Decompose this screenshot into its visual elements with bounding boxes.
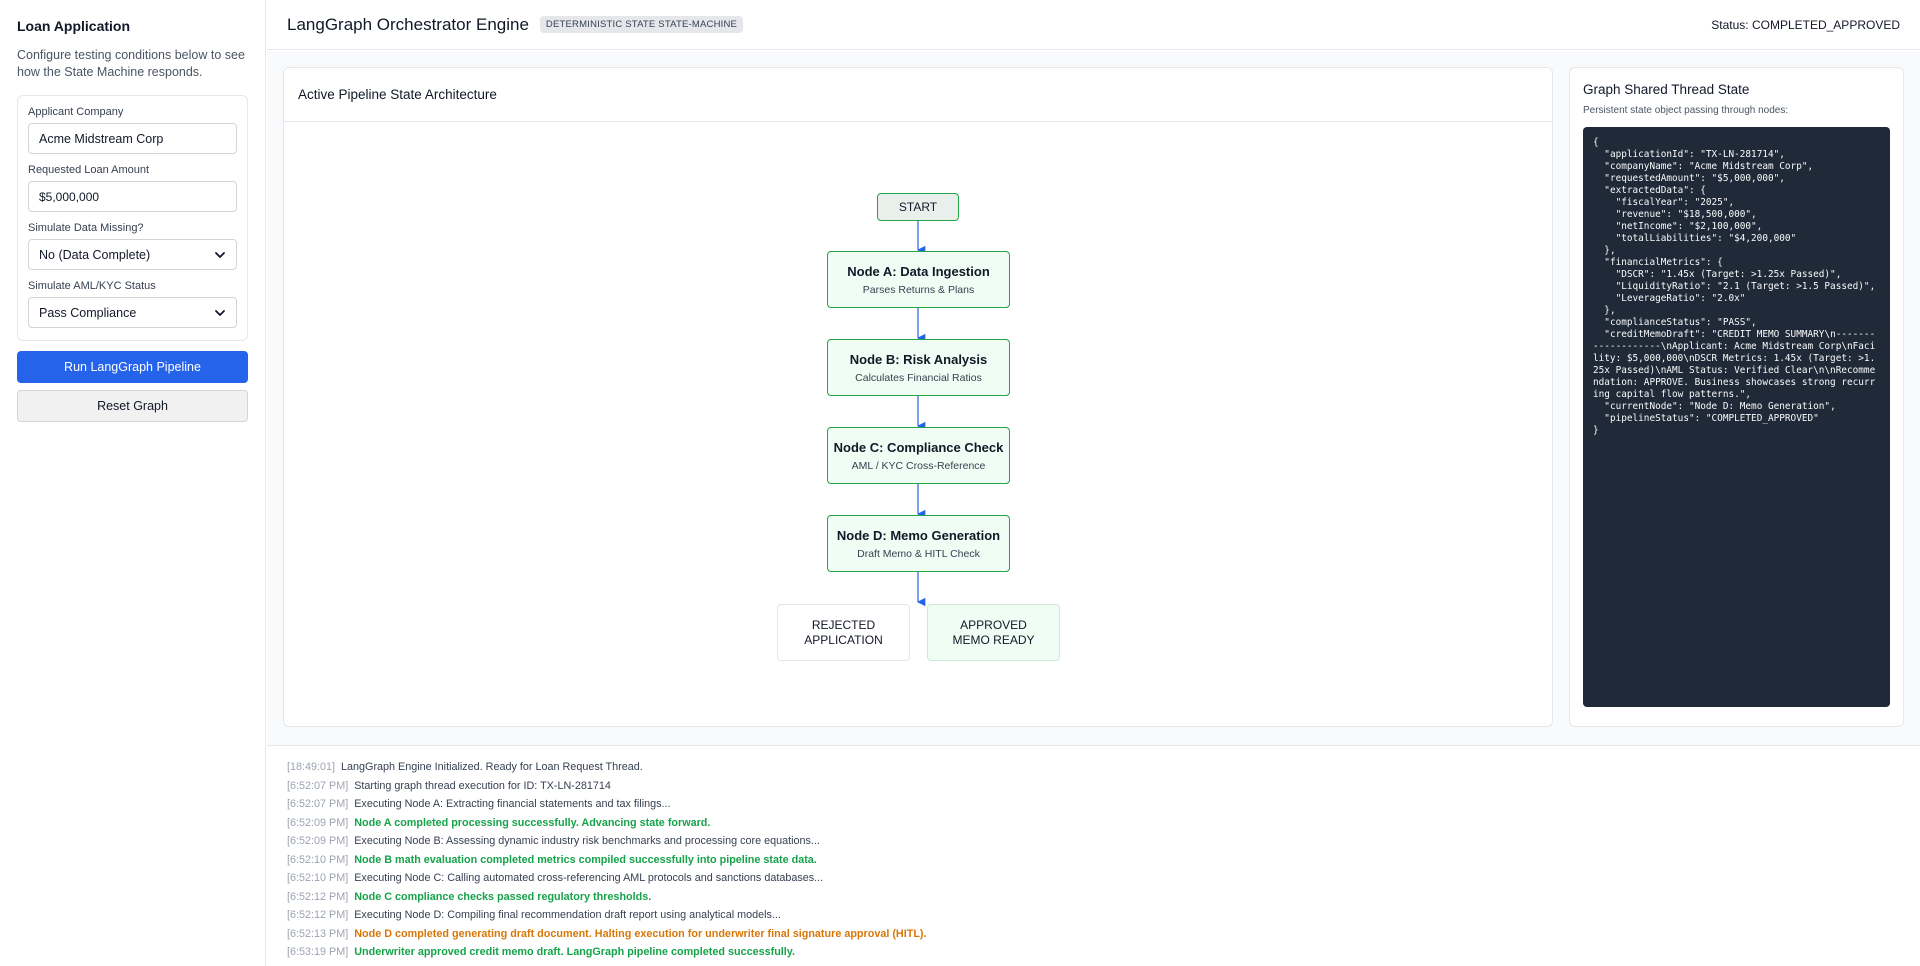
missing-data-value: No (Data Complete)	[39, 247, 151, 262]
log-message: Node D completed generating draft docume…	[354, 927, 927, 940]
log-message: Node C compliance checks passed regulato…	[354, 890, 652, 903]
approved-node: APPROVED MEMO READY	[927, 604, 1060, 661]
loan-form: Applicant Company Acme Midstream Corp Re…	[17, 95, 248, 341]
log-timestamp: [6:52:07 PM]	[287, 798, 349, 810]
chevron-down-icon	[215, 309, 225, 316]
node-a-subtitle: Parses Returns & Plans	[862, 284, 975, 296]
node-a-title: Node A: Data Ingestion	[847, 264, 990, 279]
amount-input[interactable]: $5,000,000	[28, 181, 237, 212]
log-message: LangGraph Engine Initialized. Ready for …	[341, 761, 643, 773]
log-entry: [6:52:07 PM] Starting graph thread execut…	[287, 777, 1900, 796]
log-timestamp: [6:52:10 PM]	[287, 872, 349, 884]
sidebar-description: Configure testing conditions below to se…	[17, 48, 245, 79]
log-message: Underwriter approved credit memo draft. …	[354, 946, 795, 958]
log-timestamp: [6:52:09 PM]	[287, 816, 349, 829]
company-label: Applicant Company	[28, 106, 124, 118]
log-timestamp: [6:52:09 PM]	[287, 835, 349, 847]
state-description: Persistent state object passing through …	[1583, 105, 1789, 116]
aml-status-value: Pass Compliance	[39, 305, 137, 320]
node-d-title: Node D: Memo Generation	[836, 528, 1001, 543]
node-c: Node C: Compliance Check AML / KYC Cross…	[827, 427, 1010, 484]
amount-label: Requested Loan Amount	[28, 164, 150, 176]
pipeline-card: Active Pipeline State Architecture START…	[283, 67, 1553, 727]
amount-input-value: $5,000,000	[39, 189, 100, 204]
node-b-title: Node B: Risk Analysis	[849, 352, 988, 367]
node-b: Node B: Risk Analysis Calculates Financi…	[827, 339, 1010, 396]
log-entry: [18:49:01] LangGraph Engine Initialized. …	[287, 758, 1900, 777]
missing-data-select[interactable]: No (Data Complete)	[28, 239, 237, 270]
node-c-title: Node C: Compliance Check	[833, 440, 1004, 455]
state-json-viewer: { "applicationId": "TX-LN-281714", "comp…	[1583, 127, 1890, 707]
pipeline-status: Status: COMPLETED_APPROVED	[1711, 17, 1900, 32]
run-pipeline-button[interactable]: Run LangGraph Pipeline	[17, 351, 248, 383]
log-entry: [6:52:12 PM] Node C compliance checks pas…	[287, 888, 1900, 907]
sidebar: Loan Application Configure testing condi…	[0, 0, 266, 966]
log-timestamp: [6:52:10 PM]	[287, 853, 349, 866]
log-entry: [6:52:09 PM] Executing Node B: Assessing …	[287, 832, 1900, 851]
log-message: Executing Node C: Calling automated cros…	[354, 872, 824, 884]
node-d-subtitle: Draft Memo & HITL Check	[857, 548, 980, 560]
company-input[interactable]: Acme Midstream Corp	[28, 123, 237, 154]
node-a: Node A: Data Ingestion Parses Returns & …	[827, 251, 1010, 308]
node-d: Node D: Memo Generation Draft Memo & HIT…	[827, 515, 1010, 572]
reset-graph-button[interactable]: Reset Graph	[17, 390, 248, 422]
log-entry: [6:52:13 PM] Node D completed generating …	[287, 925, 1900, 944]
log-list: [18:49:01] LangGraph Engine Initialized. …	[287, 758, 1900, 962]
state-card: Graph Shared Thread State Persistent sta…	[1569, 67, 1904, 727]
missing-data-label: Simulate Data Missing?	[28, 222, 144, 234]
log-entry: [6:53:19 PM] Underwriter approved credit …	[287, 943, 1900, 962]
log-message: Executing Node A: Extracting financial s…	[354, 798, 671, 810]
mode-badge: DETERMINISTIC STATE STATE-MACHINE	[539, 16, 744, 33]
sidebar-title: Loan Application	[17, 18, 131, 34]
log-entry: [6:52:10 PM] Executing Node C: Calling au…	[287, 869, 1900, 888]
company-input-value: Acme Midstream Corp	[39, 131, 164, 146]
log-message: Node B math evaluation completed metrics…	[354, 853, 817, 866]
log-message: Executing Node D: Compiling final recomm…	[354, 909, 781, 921]
chevron-down-icon	[215, 251, 225, 258]
state-title: Graph Shared Thread State	[1583, 82, 1750, 97]
pipeline-title: Active Pipeline State Architecture	[284, 68, 1552, 122]
log-entry: [6:52:07 PM] Executing Node A: Extracting…	[287, 795, 1900, 814]
main-area: Active Pipeline State Architecture START…	[267, 51, 1920, 745]
node-c-subtitle: AML / KYC Cross-Reference	[851, 460, 986, 472]
log-message: Starting graph thread execution for ID: …	[354, 779, 611, 792]
pipeline-diagram: START Node A: Data Ingestion Parses Retu…	[284, 123, 1554, 727]
log-entry: [6:52:12 PM] Executing Node D: Compiling …	[287, 906, 1900, 925]
log-timestamp: [6:52:07 PM]	[287, 779, 349, 792]
log-entry: [6:52:09 PM] Node A completed processing …	[287, 814, 1900, 833]
top-header: LangGraph Orchestrator Engine DETERMINIS…	[267, 0, 1920, 50]
aml-status-label: Simulate AML/KYC Status	[28, 280, 156, 292]
node-b-subtitle: Calculates Financial Ratios	[855, 372, 982, 384]
execution-log: [18:49:01] LangGraph Engine Initialized. …	[267, 745, 1920, 966]
log-timestamp: [6:52:13 PM]	[287, 927, 349, 940]
log-timestamp: [6:52:12 PM]	[287, 909, 349, 921]
log-timestamp: [6:52:12 PM]	[287, 890, 349, 903]
log-entry: [6:52:10 PM] Node B math evaluation compl…	[287, 851, 1900, 870]
log-timestamp: [18:49:01]	[287, 761, 336, 773]
log-message: Node A completed processing successfully…	[354, 816, 711, 829]
log-message: Executing Node B: Assessing dynamic indu…	[354, 835, 820, 847]
aml-status-select[interactable]: Pass Compliance	[28, 297, 237, 328]
app-title: LangGraph Orchestrator Engine	[287, 14, 529, 34]
start-node: START	[877, 193, 959, 221]
rejected-node: REJECTED APPLICATION	[777, 604, 910, 661]
log-timestamp: [6:53:19 PM]	[287, 946, 349, 958]
